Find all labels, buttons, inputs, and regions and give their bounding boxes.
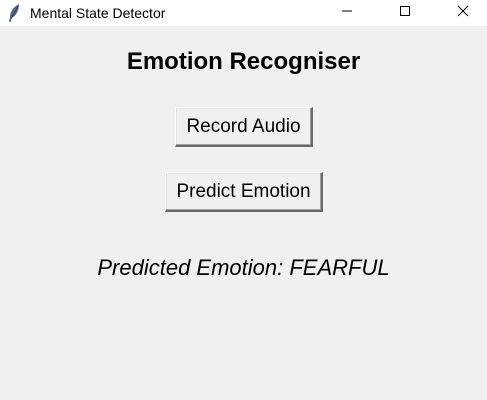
maximize-button[interactable]: [382, 0, 428, 26]
minimize-button[interactable]: [324, 0, 370, 26]
window-title: Mental State Detector: [30, 5, 166, 21]
close-icon: [457, 4, 469, 22]
title-bar[interactable]: Mental State Detector: [0, 0, 487, 26]
minimize-icon: [341, 4, 353, 22]
feather-icon: [7, 3, 21, 23]
predict-emotion-button[interactable]: Predict Emotion: [165, 172, 323, 212]
maximize-icon: [399, 4, 411, 22]
close-button[interactable]: [440, 0, 486, 26]
record-audio-button[interactable]: Record Audio: [175, 107, 313, 147]
app-window: Mental State Detector Emotion Recogniser…: [0, 0, 487, 400]
page-heading: Emotion Recogniser: [126, 48, 361, 75]
predicted-emotion-label: Predicted Emotion: FEARFUL: [97, 255, 390, 280]
